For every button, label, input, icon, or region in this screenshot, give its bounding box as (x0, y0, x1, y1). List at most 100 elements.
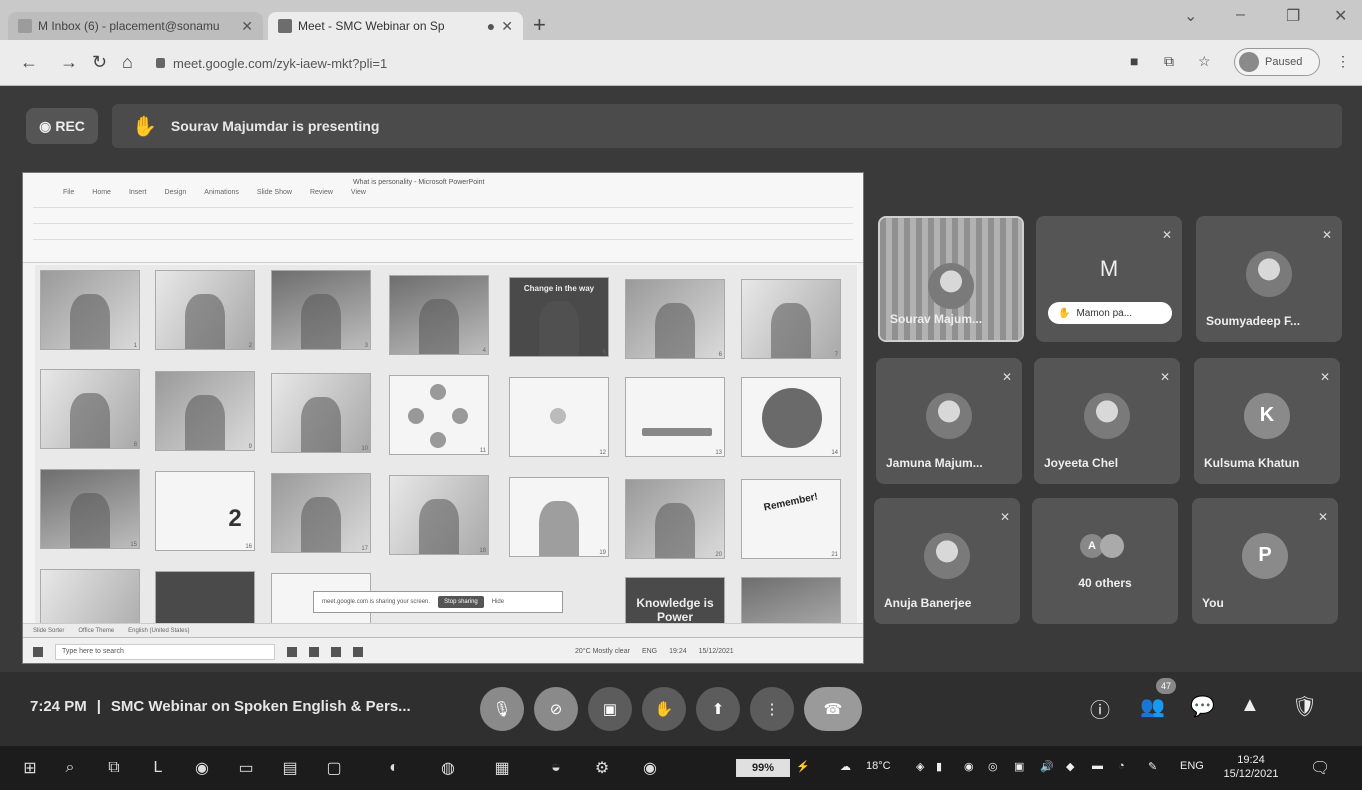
edge-icon[interactable]: ◒ (546, 758, 566, 778)
slide-thumbnail[interactable]: Change in the way 5 (509, 277, 609, 357)
temperature[interactable]: 18°C (866, 760, 891, 772)
participant-tile-presenter[interactable]: Sourav Majum... (878, 216, 1024, 342)
hide-button[interactable]: Hide (492, 599, 504, 605)
close-window-button[interactable]: ✕ (1334, 6, 1347, 26)
tab-inbox[interactable]: M Inbox (6) - placement@sonamu ✕ (8, 12, 263, 40)
chrome-icon[interactable]: ◉ (640, 758, 660, 778)
ribbon-divider (33, 207, 853, 208)
recording-indicator[interactable]: ◉ REC (26, 108, 98, 144)
firefox-icon[interactable]: ◐ (384, 758, 404, 778)
info-icon[interactable]: ⓘ (1090, 694, 1110, 723)
slide-thumbnail[interactable]: 6 (625, 279, 725, 359)
ppt-window-title: What is personality - Microsoft PowerPoi… (353, 179, 485, 186)
tray-icon[interactable]: ◆ (1066, 760, 1074, 773)
more-options-button[interactable]: ⋮ (750, 687, 794, 731)
share-icon[interactable]: ⧉ (1164, 53, 1174, 70)
search-icon[interactable]: ⌕ (60, 758, 80, 778)
language-indicator[interactable]: ENG (1180, 760, 1204, 772)
slide-thumbnail[interactable]: 17 (271, 473, 371, 553)
system-clock[interactable]: 19:24 15/12/2021 (1216, 753, 1286, 781)
slide-thumbnail[interactable]: 19 (509, 477, 609, 557)
notification-icon[interactable]: 🗨 (1310, 758, 1330, 778)
tray-icon[interactable]: ◉ (964, 760, 974, 773)
tray-icon[interactable]: ◎ (988, 760, 998, 773)
host-controls-icon[interactable]: 🛡 (1292, 694, 1317, 719)
file-explorer-icon[interactable]: ▭ (236, 758, 256, 778)
forward-icon[interactable]: → (60, 52, 78, 73)
slide-thumbnail[interactable]: 4 (389, 275, 489, 355)
folder-icon[interactable]: ▤ (280, 758, 300, 778)
slide-thumbnail[interactable]: 2 16 (155, 471, 255, 551)
camera-toggle-button[interactable]: ⊘ (534, 687, 578, 731)
participant-tile-others[interactable]: A 40 others (1032, 498, 1178, 624)
task-view-icon[interactable]: ⧉ (104, 758, 124, 778)
mic-toggle-button[interactable]: 🎙 (480, 687, 524, 731)
close-icon[interactable]: ✕ (241, 18, 253, 35)
people-icon[interactable]: 👥 (1140, 694, 1165, 719)
url-field[interactable]: meet.google.com/zyk-iaew-mkt?pli=1 (150, 50, 1110, 76)
close-icon[interactable]: ✕ (501, 18, 513, 35)
wifi-icon[interactable]: ◔ (1118, 760, 1125, 772)
participant-tile-self[interactable]: ✕ P You (1192, 498, 1338, 624)
slide-thumbnail[interactable]: 18 (389, 475, 489, 555)
bookmark-star-icon[interactable]: ☆ (1198, 53, 1211, 70)
home-icon[interactable]: ⌂ (122, 52, 133, 73)
chrome-icon[interactable]: ◍ (438, 758, 458, 778)
tray-icon[interactable]: ▣ (1014, 760, 1024, 773)
network-icon[interactable]: ▬ (1092, 760, 1103, 772)
slide-thumbnail[interactable]: 14 (741, 377, 841, 457)
slide-thumbnail[interactable]: 10 (271, 373, 371, 453)
app-l-icon[interactable]: L (148, 758, 168, 778)
battery-indicator[interactable]: 99% (736, 759, 790, 777)
back-icon[interactable]: ← (20, 52, 38, 73)
profile-button[interactable]: Paused (1234, 48, 1320, 76)
slide-thumbnail[interactable]: 3 (271, 270, 371, 350)
app-icon[interactable]: ◉ (192, 758, 212, 778)
minimize-button[interactable]: – (1236, 6, 1245, 24)
leave-call-button[interactable]: ☎ (804, 687, 862, 731)
participant-tile[interactable]: ✕ K Kulsuma Khatun (1194, 358, 1340, 484)
slide-thumbnail[interactable]: 1 (40, 270, 140, 350)
tray-icon[interactable]: ◈ (916, 760, 924, 773)
tab-search-icon[interactable]: ⌄ (1184, 6, 1197, 26)
windows-start-icon[interactable]: ⊞ (20, 758, 40, 778)
tab-meet[interactable]: Meet - SMC Webinar on Sp ● ✕ (268, 12, 523, 40)
volume-icon[interactable]: 🔊 (1040, 760, 1054, 773)
tray-icon[interactable]: ▮ (936, 760, 942, 773)
participant-tile[interactable]: ✕ Anuja Banerjee (874, 498, 1020, 624)
slide-thumbnail[interactable]: 2 (155, 270, 255, 350)
stop-sharing-button[interactable]: Stop sharing (438, 596, 484, 608)
slide-thumbnail[interactable]: 12 (509, 377, 609, 457)
app-icon[interactable]: ▦ (492, 758, 512, 778)
captions-button[interactable]: ▣ (588, 687, 632, 731)
present-button[interactable]: ⬆ (696, 687, 740, 731)
slide-thumbnail[interactable]: 20 (625, 479, 725, 559)
activities-icon[interactable]: ▲ (1240, 694, 1260, 717)
avatar (1239, 52, 1259, 72)
avatar-letter: M (1099, 256, 1119, 281)
raise-hand-button[interactable]: ✋ (642, 687, 686, 731)
mic-off-icon: ✕ (1319, 370, 1330, 384)
window-icon[interactable]: ▢ (324, 758, 344, 778)
slide-thumbnail[interactable]: 11 (389, 375, 489, 455)
slide-thumbnail[interactable]: 15 (40, 469, 140, 549)
weather-icon[interactable]: ☁ (840, 760, 851, 773)
participant-tile[interactable]: ✕ Soumyadeep F... (1196, 216, 1342, 342)
slide-thumbnail[interactable]: 13 (625, 377, 725, 457)
reload-icon[interactable]: ↻ (92, 52, 107, 73)
chat-icon[interactable]: 💬 (1190, 694, 1215, 719)
app-icon (353, 646, 363, 657)
participant-tile[interactable]: ✕ M ✋ Mamon pa... (1036, 216, 1182, 342)
maximize-button[interactable]: ❐ (1286, 6, 1300, 26)
slide-thumbnail[interactable]: Remember! 21 (741, 479, 841, 559)
slide-thumbnail[interactable]: 9 (155, 371, 255, 451)
camera-icon[interactable]: ■ (1130, 53, 1138, 69)
participant-tile[interactable]: ✕ Joyeeta Chel (1034, 358, 1180, 484)
settings-icon[interactable]: ⚙ (592, 758, 612, 778)
participant-tile[interactable]: ✕ Jamuna Majum... (876, 358, 1022, 484)
kebab-menu-icon[interactable]: ⋮ (1336, 53, 1350, 70)
slide-thumbnail[interactable]: 7 (741, 279, 841, 359)
pen-icon[interactable]: ✎ (1148, 760, 1157, 773)
slide-thumbnail[interactable]: 8 (40, 369, 140, 449)
new-tab-button[interactable]: + (533, 14, 546, 36)
